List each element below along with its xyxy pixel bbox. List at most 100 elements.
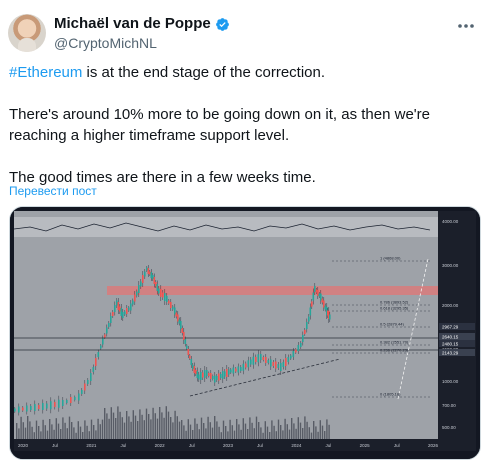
candle [196, 371, 199, 378]
candle [150, 272, 153, 278]
volume-bar [297, 417, 299, 439]
author-avatar[interactable] [8, 14, 46, 52]
candle [224, 371, 226, 377]
fib-label: 0.618 (3295.35) [380, 306, 409, 311]
candle [110, 316, 112, 323]
volume-bar [154, 413, 156, 439]
candle [189, 355, 191, 359]
candle [74, 397, 76, 400]
price-badge-label: 2480.15 [442, 342, 459, 347]
candle [153, 277, 156, 284]
candle [50, 401, 52, 410]
volume-bar [328, 424, 330, 439]
volume-bar [77, 421, 79, 439]
volume-bar [236, 419, 238, 439]
candle [84, 383, 86, 391]
volume-bar [244, 423, 247, 439]
volume-bar [167, 411, 170, 439]
more-options-icon[interactable] [456, 16, 476, 36]
volume-bar [269, 432, 271, 439]
volume-bar [242, 418, 244, 439]
volume-bar [209, 422, 211, 439]
time-axis-tick: 2025 [360, 443, 371, 448]
candle [275, 361, 277, 369]
candle [106, 327, 108, 334]
candle [124, 311, 126, 315]
volume-bar [38, 426, 40, 439]
volume-bar [271, 420, 273, 439]
author-handle[interactable]: @CryptoMichNL [54, 34, 230, 52]
volume-bar [247, 429, 249, 439]
candle [282, 362, 285, 367]
volume-bar [207, 416, 209, 439]
volume-bar [302, 428, 304, 439]
translate-post-link[interactable]: Перевести пост [9, 184, 97, 198]
volume-bar [313, 421, 315, 439]
candle [164, 293, 166, 301]
candle [62, 400, 64, 406]
volume-bar [95, 430, 97, 439]
volume-bar [308, 427, 310, 439]
volume-bar [150, 419, 152, 439]
tweet-text: #Ethereum is at the end stage of the cor… [9, 62, 479, 188]
candle [242, 363, 245, 371]
tweet-paragraph-2: There's around 10% more to be going down… [9, 106, 430, 144]
candle [134, 294, 136, 302]
volume-bar [315, 426, 317, 439]
volume-bar [126, 411, 128, 439]
volume-bar [238, 424, 240, 439]
volume-bar [324, 431, 326, 439]
time-axis-tick: 2024 [291, 443, 302, 448]
volume-bar [110, 407, 112, 439]
candle [149, 271, 151, 275]
price-scale-label: 2000.00 [442, 303, 459, 308]
volume-bar [264, 421, 266, 439]
volume-bar [31, 426, 33, 439]
volume-bar [227, 431, 229, 439]
candle [187, 349, 190, 355]
candle [230, 369, 232, 373]
hashtag-link[interactable]: #Ethereum [9, 64, 82, 81]
candle [119, 306, 121, 312]
candle [315, 289, 318, 293]
author-name[interactable]: Michaël van de Poppe [54, 14, 211, 34]
candle [180, 321, 182, 329]
time-axis-tick: Jul [394, 443, 400, 448]
time-axis-tick: Jul [326, 443, 332, 448]
candle [14, 408, 16, 412]
volume-bar [172, 422, 174, 439]
volume-bar [178, 421, 181, 439]
candle [306, 322, 308, 329]
volume-bar [181, 420, 183, 439]
volume-bar [73, 427, 75, 439]
volume-bar [143, 420, 145, 439]
volume-bar [20, 416, 22, 439]
volume-bar [88, 431, 90, 439]
volume-bar [216, 421, 218, 439]
volume-bar [304, 416, 306, 439]
candle [295, 349, 297, 353]
candle [318, 293, 321, 297]
candle [158, 288, 160, 294]
author-block: Michaël van de Poppe @CryptoMichNL [54, 14, 230, 52]
candle [262, 357, 265, 360]
volume-bar [260, 427, 262, 439]
candle [147, 268, 150, 274]
author-name-row[interactable]: Michaël van de Poppe [54, 14, 230, 34]
volume-bar [319, 420, 321, 439]
volume-bar [29, 421, 31, 439]
volume-bar [317, 431, 319, 439]
volume-bar [275, 431, 277, 439]
volume-bar [79, 426, 82, 439]
candle [304, 330, 306, 334]
volume-bar [145, 408, 148, 439]
candle [95, 358, 97, 366]
candle [329, 314, 331, 320]
candle [314, 286, 316, 292]
candle [152, 275, 154, 279]
volume-bar [291, 418, 293, 439]
chart-image[interactable]: 1 (4868.00) 0.786 (3893.52) 0.618 (3295.35… [9, 206, 481, 460]
candle [112, 312, 114, 316]
candle [297, 345, 300, 351]
volume-bar [233, 430, 236, 439]
